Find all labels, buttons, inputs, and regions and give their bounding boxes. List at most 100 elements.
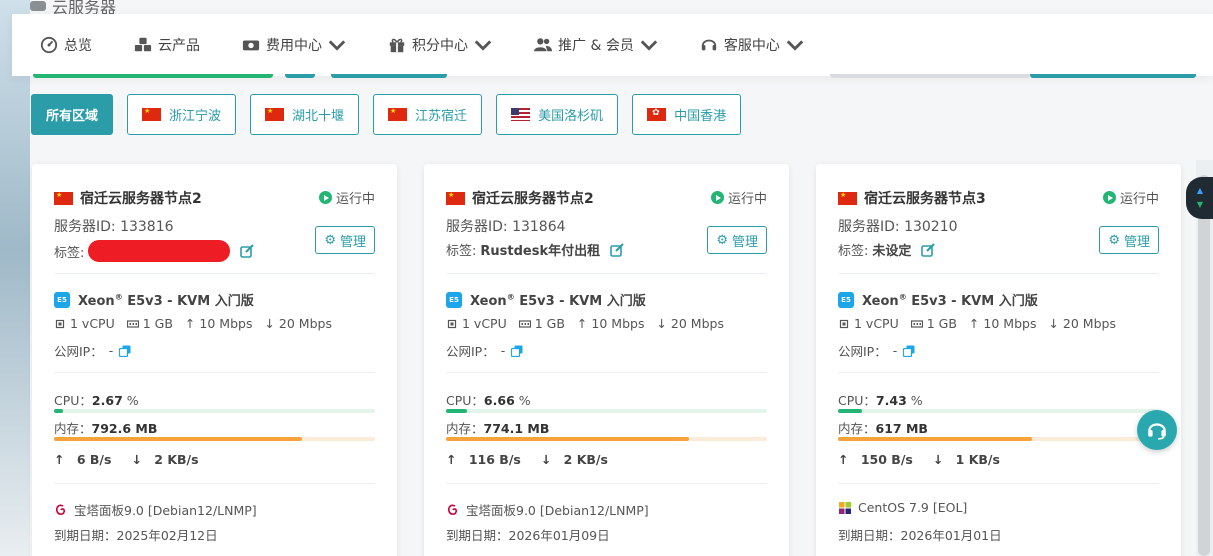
nav-label: 推广 & 会员 — [558, 38, 634, 54]
server-tag: 标签: 未设定 — [838, 240, 936, 259]
manage-button[interactable]: ⚙ 管理 — [315, 226, 375, 254]
chevron-down-icon — [786, 40, 804, 51]
arrow-up-icon: ↑ — [838, 452, 849, 467]
manage-button[interactable]: ⚙ 管理 — [1099, 226, 1159, 254]
copy-icon[interactable] — [903, 345, 915, 357]
chevron-down-icon — [328, 40, 346, 51]
server-card: 宿迁云服务器节点3 运行中 服务器ID: 130210 标签: 未设定 ⚙ 管理… — [816, 164, 1181, 556]
region-us-losangeles[interactable]: 美国洛杉矶 — [496, 94, 619, 135]
operating-system: CentOS 7.9 [EOL] — [838, 500, 967, 515]
public-ip: 公网IP： - — [838, 341, 915, 360]
region-label: 所有区域 — [46, 109, 99, 124]
server-tag: 标签: — [54, 240, 255, 262]
resource-specs: 1 vCPU 1 GB ↑ 10 Mbps ↓ 20 Mbps — [838, 316, 1116, 331]
server-card: 宿迁云服务器节点2 运行中 服务器ID: 133816 标签: ⚙ 管理 E5 … — [32, 164, 397, 556]
scroll-nav-widget[interactable]: ▲ ▼ — [1186, 177, 1213, 219]
gear-icon: ⚙ — [324, 232, 336, 248]
debian-icon — [448, 504, 457, 515]
chevron-down-icon — [640, 40, 658, 51]
tag-redaction — [88, 240, 231, 262]
money-icon — [242, 40, 260, 51]
plan-name: E5 Xeon® E5v3 - KVM 入门版 — [446, 290, 646, 309]
region-label: 浙江宁波 — [169, 109, 222, 124]
copy-icon[interactable] — [119, 345, 131, 357]
cpu-usage-bar — [838, 409, 1159, 413]
china-flag-icon — [54, 191, 73, 205]
nav-points[interactable]: 积分中心 — [388, 35, 492, 55]
public-ip: 公网IP： - — [446, 341, 523, 360]
plan-name: E5 Xeon® E5v3 - KVM 入门版 — [54, 290, 254, 309]
arrow-up-icon: ↑ — [968, 316, 980, 331]
e5-cpu-icon: E5 — [838, 291, 854, 308]
edit-icon[interactable] — [240, 244, 255, 258]
play-circle-icon — [318, 191, 332, 204]
region-hongkong[interactable]: 中国香港 — [632, 94, 742, 135]
cpu-usage-bar — [54, 409, 375, 413]
region-label: 中国香港 — [674, 109, 727, 124]
nav-support[interactable]: 客服中心 — [700, 35, 804, 55]
top-navbar: 总览 云产品 费用中心 积分中心 推广 & 会员 客服中心 — [12, 14, 1213, 76]
status-badge: 运行中 — [318, 188, 375, 207]
region-hubei-shiyan[interactable]: 湖北十堰 — [250, 94, 360, 135]
nav-label: 积分中心 — [412, 38, 468, 54]
node-name: 宿迁云服务器节点3 — [838, 188, 986, 208]
status-badge: 运行中 — [1102, 188, 1159, 207]
scrollbar-thumb[interactable] — [1198, 175, 1210, 556]
nav-affiliate[interactable]: 推广 & 会员 — [534, 35, 658, 55]
arrow-down-icon: ↓ — [131, 452, 142, 467]
region-jiangsu-suqian[interactable]: 江苏宿迁 — [373, 94, 483, 135]
server-id: 服务器ID: 133816 — [54, 219, 174, 235]
headset-icon — [1148, 423, 1166, 440]
support-chat-button[interactable] — [1137, 410, 1177, 450]
traffic-rate: ↑ 150 B/s ↓ 1 KB/s — [838, 452, 1000, 467]
manage-button[interactable]: ⚙ 管理 — [707, 226, 767, 254]
nav-overview[interactable]: 总览 — [40, 35, 92, 55]
arrow-up-icon[interactable]: ▲ — [1197, 187, 1203, 195]
create-button-edge[interactable] — [33, 74, 273, 78]
memory-usage-bar — [446, 437, 767, 441]
region-label: 江苏宿迁 — [415, 109, 468, 124]
region-all[interactable]: 所有区域 — [31, 94, 114, 135]
toolbar-button-edge[interactable] — [331, 74, 447, 78]
expire-date: 到期日期：2025年02月12日 — [54, 528, 218, 543]
arrow-down-icon: ↓ — [264, 316, 275, 331]
gear-icon: ⚙ — [1108, 232, 1120, 248]
memory-usage: 内存：617 MB — [838, 421, 928, 436]
node-name: 宿迁云服务器节点2 — [54, 188, 202, 208]
cpu-usage: CPU：2.67 % — [54, 393, 139, 408]
search-button-edge[interactable] — [1030, 74, 1196, 78]
arrow-down-icon: ↓ — [540, 452, 552, 467]
china-flag-icon — [142, 107, 162, 121]
gear-icon: ⚙ — [716, 232, 728, 248]
edit-icon[interactable] — [610, 242, 624, 257]
cubes-icon — [134, 37, 152, 52]
operating-system: 宝塔面板9.0 [Debian12/LNMP] — [54, 500, 257, 519]
memory-icon — [126, 319, 139, 328]
plan-name: E5 Xeon® E5v3 - KVM 入门版 — [838, 290, 1038, 309]
edit-icon[interactable] — [921, 242, 936, 257]
cpu-usage: CPU：6.66 % — [446, 393, 531, 408]
debian-icon — [56, 504, 65, 515]
china-flag-icon — [265, 107, 285, 121]
nav-products[interactable]: 云产品 — [134, 35, 200, 55]
region-filter: 所有区域 浙江宁波 湖北十堰 江苏宿迁 美国洛杉矶 中国香港 — [31, 94, 742, 135]
toolbar-button-edge[interactable] — [285, 74, 315, 78]
memory-usage-bar — [838, 437, 1159, 441]
search-input-edge[interactable] — [830, 74, 1030, 78]
server-id: 服务器ID: 131864 — [446, 219, 566, 235]
copy-icon[interactable] — [511, 345, 523, 357]
region-zhejiang-ningbo[interactable]: 浙江宁波 — [127, 94, 237, 135]
status-badge: 运行中 — [710, 188, 767, 207]
arrow-down-icon[interactable]: ▼ — [1197, 201, 1203, 209]
play-circle-icon — [1102, 191, 1116, 204]
arrow-up-icon: ↑ — [446, 452, 457, 467]
cpu-usage: CPU：7.43 % — [838, 393, 923, 408]
memory-usage: 内存：792.6 MB — [54, 421, 158, 436]
headset-icon — [701, 39, 717, 51]
gift-icon — [389, 38, 405, 53]
nav-billing[interactable]: 费用中心 — [242, 35, 346, 55]
arrow-up-icon: ↑ — [184, 316, 196, 331]
hongkong-flag-icon — [647, 108, 667, 121]
server-card: 宿迁云服务器节点2 运行中 服务器ID: 131864 标签: Rustdesk… — [424, 164, 789, 556]
china-flag-icon — [838, 191, 857, 205]
